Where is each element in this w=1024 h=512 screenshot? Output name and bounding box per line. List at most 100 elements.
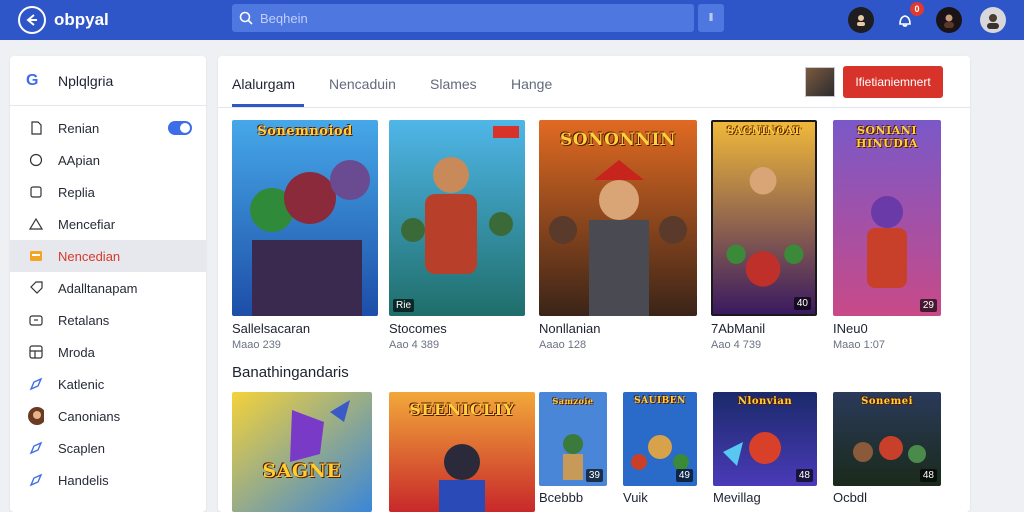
sidebar-item-adalltanapam[interactable]: Adalltanapam [10,272,206,304]
cover-title: Nlonvian [737,396,793,407]
cover-badge: Rie [393,299,415,312]
notification-bell-icon[interactable]: 0 [892,2,924,33]
game-title[interactable]: Bcebbb [539,490,583,505]
sidebar-item-label: Adalltanapam [58,280,138,296]
search-input[interactable] [260,10,660,26]
game-title[interactable]: Ocbdl [833,490,867,505]
user-avatar-icon[interactable] [936,7,962,33]
game-title[interactable]: 7AbManil [711,321,765,336]
search-submit-button[interactable]: ‖ [698,4,724,32]
search-bar[interactable] [232,4,694,32]
section-title: Banathingandaris [232,364,349,381]
game-title[interactable]: Sallelsacaran [232,321,310,336]
cover-title: SAGNE [262,460,342,482]
sidebar-item-scaplen[interactable]: Scaplen [10,432,206,464]
game-title[interactable]: Stocomes [389,321,447,336]
game-cover-7[interactable]: SEENICLIY [389,392,535,512]
tab-nencaduin[interactable]: Nencaduin [329,76,396,92]
cover-title: SONIANI HINUDIA [856,124,918,150]
tab-hange[interactable]: Hange [511,76,552,92]
account-avatar-icon[interactable] [980,7,1006,33]
game-cover-2[interactable]: Rie [389,120,525,316]
game-cover-11[interactable]: Sonemei 48 [833,392,941,486]
game-cover-6[interactable]: SAGNE [232,392,372,512]
tab-bar: Alalurgam Nencaduin Slames Hange Ifietia… [218,56,970,108]
sidebar-item-replia[interactable]: Replia [10,176,206,208]
sidebar-item-mencefiar[interactable]: Mencefiar [10,208,206,240]
sidebar-item-label: Katlenic [58,376,105,392]
cta-button[interactable]: Ifietianiemnert [843,66,943,98]
search-icon [232,4,260,32]
sidebar: G Nplqlgria Renian AApian Replia Mencefi… [10,56,206,512]
top-bar-actions: 0 [848,0,1024,40]
sidebar-item-label: Renian [58,120,100,136]
cover-art [232,120,378,316]
game-cover-3[interactable]: SONONNIN [539,120,697,316]
compass-icon [28,376,44,392]
game-cover-10[interactable]: Nlonvian 48 [713,392,817,486]
main-panel: Alalurgam Nencaduin Slames Hange Ifietia… [218,56,970,512]
sidebar-item-canonians[interactable]: Canonians [10,400,206,432]
cover-badge: 39 [585,469,603,482]
cover-badge: 49 [675,469,693,482]
tag-icon [28,280,44,296]
game-cover-1[interactable]: Sonemnoiod [232,120,378,316]
sidebar-item-aapian[interactable]: AApian [10,144,206,176]
doc-icon [28,120,44,136]
tab-slames[interactable]: Slames [430,76,477,92]
sidebar-item-label: Retalans [58,312,110,328]
profile-mini-icon[interactable] [848,7,874,33]
sidebar-item-retalans[interactable]: Retalans [10,304,206,336]
top-bar: obpyal ‖ 0 [0,0,1024,40]
sidebar-item-mroda[interactable]: Mroda [10,336,206,368]
sidebar-item-label: Mencefiar [58,216,116,232]
sidebar-item-label: Handelis [58,472,109,488]
game-cover-9[interactable]: SAUIBEN 49 [623,392,697,486]
toggle-switch[interactable] [168,121,192,135]
cover-title: SAUIBEN [634,396,686,406]
sidebar-title: Nplqlgria [58,72,114,89]
sidebar-nav: Renian AApian Replia Mencefiar Nencedian… [10,106,206,496]
game-meta: Maao 1:07 [833,339,885,351]
cover-art [232,392,372,512]
game-title[interactable]: INeu0 [833,321,868,336]
cover-badge: 48 [795,469,813,482]
g-logo-icon: G [26,71,39,89]
circle-icon [28,152,44,168]
game-cover-4[interactable]: SAGNINOAT 40 [711,120,817,316]
app-name: obpyal [54,10,109,29]
sidebar-item-label: AApian [58,152,100,168]
notification-badge: 0 [910,2,924,16]
game-title[interactable]: Vuik [623,490,648,505]
cover-title: Samzoie [552,396,594,406]
game-meta: Aao 4 389 [389,339,440,351]
cover-title: SAGNINOAT [726,126,802,137]
sidebar-item-katlenic[interactable]: Katlenic [10,368,206,400]
cover-title: Sonemnoiod [257,124,353,139]
cover-art [713,122,815,314]
game-title[interactable]: Mevillag [713,490,761,505]
game-title[interactable]: Nonllanian [539,321,600,336]
game-cover-5[interactable]: SONIANI HINUDIA 29 [833,120,941,316]
cover-title: SEENICLIY [409,400,515,419]
game-meta: Aao 4 739 [711,339,762,351]
app-logo[interactable]: obpyal [18,6,109,34]
sidebar-header: G Nplqlgria [10,56,206,106]
box-icon [28,312,44,328]
square-icon [28,184,44,200]
game-cover-8[interactable]: Samzoie 39 [539,392,607,486]
sidebar-item-label: Scaplen [58,440,105,456]
sidebar-item-renian[interactable]: Renian [10,112,206,144]
back-arrow-icon[interactable] [18,6,46,34]
active-tab-indicator [232,104,304,107]
tab-alalurgam[interactable]: Alalurgam [232,76,295,92]
cover-badge: 29 [919,299,937,312]
game-meta: Maao 239 [232,339,281,351]
cover-badge: 48 [919,469,937,482]
sidebar-item-nencedian[interactable]: Nencedian [10,240,206,272]
user-thumbnail[interactable] [805,67,835,97]
cover-badge: 40 [793,297,811,310]
sidebar-item-handelis[interactable]: Handelis [10,464,206,496]
sidebar-item-label: Nencedian [58,248,121,264]
triangle-icon [28,216,44,232]
